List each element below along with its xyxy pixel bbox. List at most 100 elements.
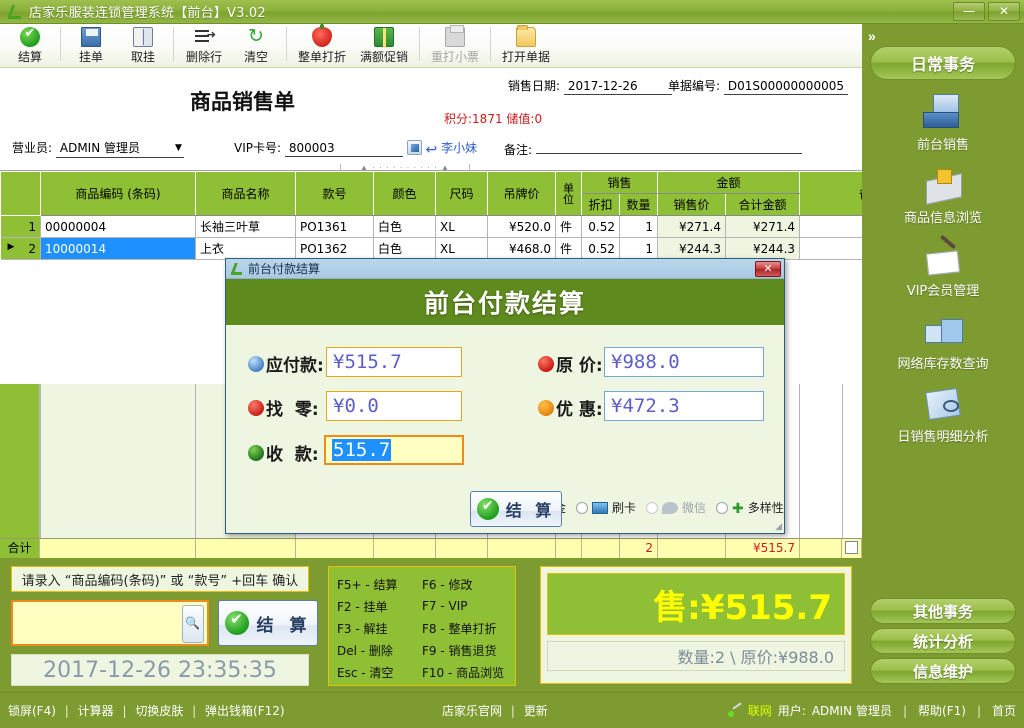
settle-button-label: 结 算 [256, 615, 312, 636]
sidebar-item-daily-analysis[interactable]: 日销售明细分析 [862, 384, 1024, 445]
status-switch-skin[interactable]: 切换皮肤 [135, 704, 183, 718]
payable-value[interactable]: ¥515.7 [326, 347, 462, 377]
cell-discount[interactable]: 0.52 [581, 237, 620, 260]
sidebar-collapse-icon[interactable]: » [868, 28, 1024, 44]
discount-value[interactable]: ¥472.3 [604, 391, 764, 421]
dialog-confirm-button[interactable]: 结 算 [470, 491, 562, 527]
sidebar-item-vip-management[interactable]: VIP会员管理 [862, 238, 1024, 299]
grid-header-tag-price[interactable]: 吊牌价 [487, 171, 556, 216]
sidebar-item-product-browse[interactable]: 商品信息浏览 [862, 165, 1024, 226]
change-field: 找 零: [248, 395, 319, 420]
toolbar-settle[interactable]: 结算 [4, 24, 56, 66]
toolbar-open-doc[interactable]: 打开单据 [495, 24, 557, 66]
toolbar-whole-discount[interactable]: 整单打折 [291, 24, 353, 66]
cell-style[interactable]: PO1361 [295, 215, 374, 238]
sidebar-item-label: 商品信息浏览 [903, 211, 982, 226]
grid-header-rownum [0, 171, 41, 216]
original-price-value[interactable]: ¥988.0 [604, 347, 764, 377]
cell-tag-price[interactable]: ¥468.0 [487, 237, 556, 260]
received-input[interactable]: 515.7 [324, 435, 464, 465]
grid-header-qty[interactable]: 数量 [618, 193, 659, 216]
cell-name[interactable]: 长袖三叶草 [195, 215, 296, 238]
status-lock-screen[interactable]: 锁屏(F4) [8, 704, 56, 718]
resize-grip-icon[interactable]: ◢ [775, 521, 782, 532]
grid-header-name[interactable]: 商品名称 [195, 171, 296, 216]
cell-discount[interactable]: 0.52 [581, 215, 620, 238]
cell-tag-price[interactable]: ¥520.0 [487, 215, 556, 238]
cell-code[interactable]: 10000014 [40, 237, 196, 260]
grid-header-code[interactable]: 商品编码 (条码) [40, 171, 196, 216]
doc-no-value[interactable]: D01S00000000005 [723, 79, 848, 95]
toolbar-clear[interactable]: ↻ 清空 [230, 24, 282, 66]
cell-total-amount[interactable]: ¥244.3 [725, 237, 801, 260]
shortcut-esc: Esc - 清空 [337, 665, 394, 680]
status-home[interactable]: 首页 [992, 702, 1016, 719]
status-calculator[interactable]: 计算器 [78, 704, 114, 718]
cell-code[interactable]: 00000004 [40, 215, 196, 238]
sidebar-item-pos-sales[interactable]: 前台销售 [862, 92, 1024, 153]
cell-qty[interactable]: 1 [619, 215, 659, 238]
remark-input[interactable] [535, 139, 802, 154]
toolbar-delete-row[interactable]: 删除行 [178, 24, 230, 66]
received-field: 收 款: [248, 440, 319, 465]
dialog-close-button[interactable]: ✕ [755, 261, 781, 277]
cell-unit[interactable]: 件 [555, 215, 582, 238]
cell-qty[interactable]: 1 [619, 237, 659, 260]
grid-header-size[interactable]: 尺码 [435, 171, 488, 216]
toolbar-reprint[interactable]: 重打小票 [424, 24, 486, 66]
toolbar-promo[interactable]: 满额促销 [353, 24, 415, 66]
discount-label: 优 惠: [556, 400, 603, 420]
cell-total-amount[interactable]: ¥271.4 [725, 215, 801, 238]
table-row[interactable]: 1 00000004 长袖三叶草 PO1361 白色 XL ¥520.0 件 0… [0, 215, 964, 238]
vip-lookup-button[interactable] [406, 140, 422, 155]
received-value: 515.7 [332, 439, 392, 461]
clerk-select[interactable]: ADMIN 管理员 ▼ [55, 139, 184, 158]
sidebar-group-header[interactable]: 日常事务 [870, 46, 1016, 80]
status-open-cashbox[interactable]: 弹出钱箱(F12) [205, 704, 285, 718]
close-button[interactable]: ✕ [988, 2, 1020, 21]
undo-icon[interactable]: ↩ [426, 142, 438, 158]
sidebar-item-label: VIP会员管理 [906, 284, 980, 299]
shortcut-f8: F8 - 整单打折 [422, 621, 497, 636]
status-official-site[interactable]: 店家乐官网 [442, 704, 502, 718]
cell-color[interactable]: 白色 [373, 237, 436, 260]
grid-header-discount[interactable]: 折扣 [581, 193, 620, 216]
scan-input[interactable] [11, 600, 209, 646]
status-update[interactable]: 更新 [524, 704, 548, 718]
status-user-label: 用户: [777, 704, 806, 718]
grid-header-style[interactable]: 款号 [295, 171, 374, 216]
table-row[interactable]: ▶ 2 10000014 上衣 PO1362 白色 XL ¥468.0 件 0.… [0, 237, 964, 260]
sidebar-group-maintenance[interactable]: 信息维护 [870, 658, 1016, 684]
sale-date-value[interactable]: 2017-12-26 [563, 79, 672, 95]
grid-header-unit[interactable]: 单位 [555, 171, 582, 216]
vip-input[interactable]: 800003 [284, 141, 403, 157]
grid-header-sale-price[interactable]: 销售价 [657, 193, 727, 216]
minimize-button[interactable]: — [953, 2, 985, 21]
cell-name[interactable]: 上衣 [195, 237, 296, 260]
change-value[interactable]: ¥0.0 [326, 391, 462, 421]
cell-sale-price[interactable]: ¥244.3 [657, 237, 727, 260]
cell-size[interactable]: XL [435, 237, 488, 260]
open-book-icon [133, 27, 153, 47]
vip-field: VIP卡号: 800003 ↩ 李小妹 [234, 139, 477, 158]
grid-header-color[interactable]: 颜色 [373, 171, 436, 216]
change-label: 找 零: [266, 400, 319, 420]
cell-sale-price[interactable]: ¥271.4 [657, 215, 727, 238]
total-points-checkbox-icon[interactable] [845, 541, 858, 554]
cell-color[interactable]: 白色 [373, 215, 436, 238]
vip-pen-icon [921, 238, 965, 276]
cell-style[interactable]: PO1362 [295, 237, 374, 260]
status-help[interactable]: 帮助(F1) [918, 702, 966, 719]
settle-button[interactable]: 结 算 [218, 600, 318, 646]
sidebar-item-stock-query[interactable]: 网络库存数查询 [862, 311, 1024, 372]
cell-size[interactable]: XL [435, 215, 488, 238]
toolbar-retrieve-order[interactable]: 取挂 [117, 24, 169, 66]
save-disk-icon [81, 27, 101, 47]
grid-header-total-amount[interactable]: 合计金额 [725, 193, 801, 216]
scan-lookup-button[interactable] [182, 605, 204, 643]
orange-icon [538, 399, 554, 416]
toolbar-hold-order[interactable]: 挂单 [65, 24, 117, 66]
cell-unit[interactable]: 件 [555, 237, 582, 260]
sidebar-group-stats[interactable]: 统计分析 [870, 628, 1016, 654]
sidebar-group-other[interactable]: 其他事务 [870, 598, 1016, 624]
